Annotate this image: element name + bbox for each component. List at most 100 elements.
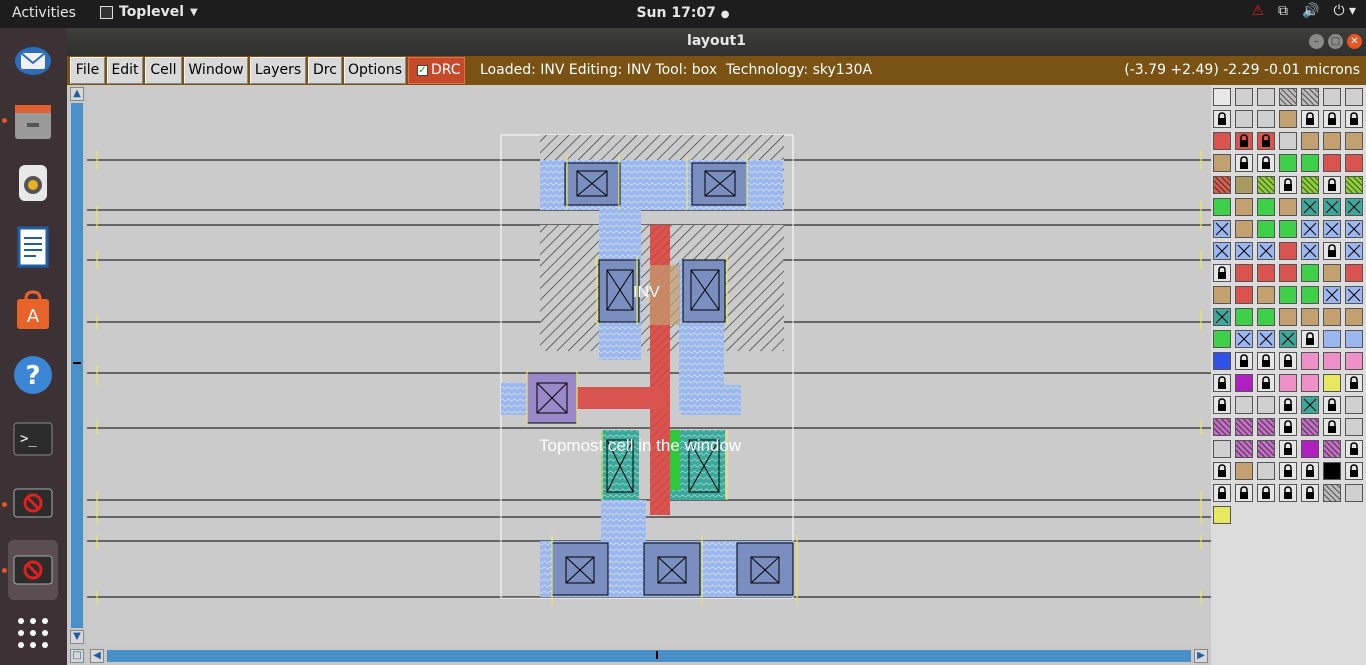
layer-swatch[interactable]: [1257, 462, 1275, 480]
layer-swatch[interactable]: [1301, 198, 1319, 216]
layer-swatch[interactable]: [1235, 308, 1253, 326]
layer-swatch[interactable]: [1345, 242, 1363, 260]
menu-edit[interactable]: Edit: [107, 57, 143, 84]
layer-swatch[interactable]: [1279, 286, 1297, 304]
layer-swatch[interactable]: [1213, 330, 1231, 348]
layer-swatch[interactable]: [1301, 418, 1319, 436]
layer-swatch[interactable]: [1235, 484, 1253, 502]
layer-swatch[interactable]: [1213, 308, 1231, 326]
close-icon[interactable]: ✕: [1347, 34, 1362, 49]
layer-swatch[interactable]: [1235, 418, 1253, 436]
layer-swatch[interactable]: [1213, 110, 1231, 128]
layer-swatch[interactable]: [1213, 176, 1231, 194]
layer-swatch[interactable]: [1323, 154, 1341, 172]
files-icon[interactable]: [8, 96, 58, 146]
layer-swatch[interactable]: [1257, 88, 1275, 106]
layer-swatch[interactable]: [1323, 198, 1341, 216]
layer-swatch[interactable]: [1301, 264, 1319, 282]
rhythmbox-icon[interactable]: [8, 158, 58, 208]
layer-swatch[interactable]: [1279, 198, 1297, 216]
layer-swatch[interactable]: [1213, 264, 1231, 282]
layer-swatch[interactable]: [1279, 484, 1297, 502]
layer-swatch[interactable]: [1235, 330, 1253, 348]
layer-swatch[interactable]: [1213, 440, 1231, 458]
layer-swatch[interactable]: [1235, 286, 1253, 304]
layer-swatch[interactable]: [1213, 242, 1231, 260]
show-apps-icon[interactable]: [8, 608, 58, 658]
layer-swatch[interactable]: [1323, 484, 1341, 502]
layer-swatch[interactable]: [1279, 396, 1297, 414]
layer-swatch[interactable]: [1257, 308, 1275, 326]
app-icon[interactable]: [8, 478, 58, 528]
layer-swatch[interactable]: [1213, 484, 1231, 502]
layer-swatch[interactable]: [1213, 132, 1231, 150]
power-icon[interactable]: ⏻ ▾: [1333, 3, 1356, 19]
app-icon-active[interactable]: [8, 540, 58, 600]
layer-swatch[interactable]: [1279, 176, 1297, 194]
thunderbird-icon[interactable]: [8, 34, 58, 84]
layer-swatch[interactable]: [1257, 154, 1275, 172]
layer-swatch[interactable]: [1301, 242, 1319, 260]
layer-swatch[interactable]: [1323, 396, 1341, 414]
layout-canvas[interactable]: INV Topmost cell in the window: [87, 85, 1211, 647]
layer-swatch[interactable]: [1301, 330, 1319, 348]
layer-swatch[interactable]: [1345, 352, 1363, 370]
layer-swatch[interactable]: [1257, 176, 1275, 194]
layer-swatch[interactable]: [1345, 220, 1363, 238]
layer-swatch[interactable]: [1323, 88, 1341, 106]
layer-swatch[interactable]: [1235, 462, 1253, 480]
layer-swatch[interactable]: [1235, 264, 1253, 282]
layer-swatch[interactable]: [1345, 110, 1363, 128]
layer-swatch[interactable]: [1213, 286, 1231, 304]
scroll-down-icon[interactable]: ▼: [70, 630, 84, 644]
drc-toggle[interactable]: ✓ DRC: [408, 57, 465, 84]
layer-swatch[interactable]: [1323, 440, 1341, 458]
layer-swatch[interactable]: [1257, 374, 1275, 392]
layer-swatch[interactable]: [1279, 88, 1297, 106]
layer-swatch[interactable]: [1323, 264, 1341, 282]
layer-swatch[interactable]: [1301, 308, 1319, 326]
layer-palette[interactable]: [1211, 85, 1366, 665]
layer-swatch[interactable]: [1235, 220, 1253, 238]
layer-swatch[interactable]: [1345, 440, 1363, 458]
layer-swatch[interactable]: [1301, 440, 1319, 458]
menu-options[interactable]: Options: [344, 57, 406, 84]
layer-swatch[interactable]: [1257, 396, 1275, 414]
menu-layers[interactable]: Layers: [250, 57, 306, 84]
layer-swatch[interactable]: [1323, 330, 1341, 348]
layer-swatch[interactable]: [1235, 374, 1253, 392]
menu-file[interactable]: File: [70, 57, 105, 84]
layer-swatch[interactable]: [1213, 374, 1231, 392]
layer-swatch[interactable]: [1279, 242, 1297, 260]
window-titlebar[interactable]: layout1 – □ ✕: [67, 28, 1366, 56]
layer-swatch[interactable]: [1213, 352, 1231, 370]
software-icon[interactable]: A: [8, 286, 58, 336]
layer-swatch[interactable]: [1345, 264, 1363, 282]
scroll-up-icon[interactable]: ▲: [70, 87, 84, 101]
layer-swatch[interactable]: [1235, 88, 1253, 106]
network-icon[interactable]: ⧉: [1278, 3, 1288, 19]
layer-swatch[interactable]: [1279, 352, 1297, 370]
layer-swatch[interactable]: [1257, 110, 1275, 128]
layer-swatch[interactable]: [1235, 396, 1253, 414]
writer-icon[interactable]: [8, 222, 58, 272]
layer-swatch[interactable]: [1279, 154, 1297, 172]
layer-swatch[interactable]: [1301, 462, 1319, 480]
layer-swatch[interactable]: [1345, 198, 1363, 216]
layer-swatch[interactable]: [1279, 308, 1297, 326]
layer-swatch[interactable]: [1345, 176, 1363, 194]
layer-swatch[interactable]: [1235, 176, 1253, 194]
vertical-scrollbar[interactable]: ▲ ▼: [67, 85, 87, 647]
activities-button[interactable]: Activities: [12, 5, 76, 21]
layer-swatch[interactable]: [1301, 396, 1319, 414]
layer-swatch[interactable]: [1213, 220, 1231, 238]
layer-swatch[interactable]: [1301, 374, 1319, 392]
system-tray[interactable]: ⚠ ⧉ 🔊 ⏻ ▾: [1251, 3, 1356, 19]
layer-swatch[interactable]: [1345, 484, 1363, 502]
layer-swatch[interactable]: [1257, 484, 1275, 502]
layer-swatch[interactable]: [1257, 198, 1275, 216]
layer-swatch[interactable]: [1301, 176, 1319, 194]
layer-swatch[interactable]: [1301, 88, 1319, 106]
layer-swatch[interactable]: [1213, 506, 1231, 524]
layer-swatch[interactable]: [1257, 242, 1275, 260]
